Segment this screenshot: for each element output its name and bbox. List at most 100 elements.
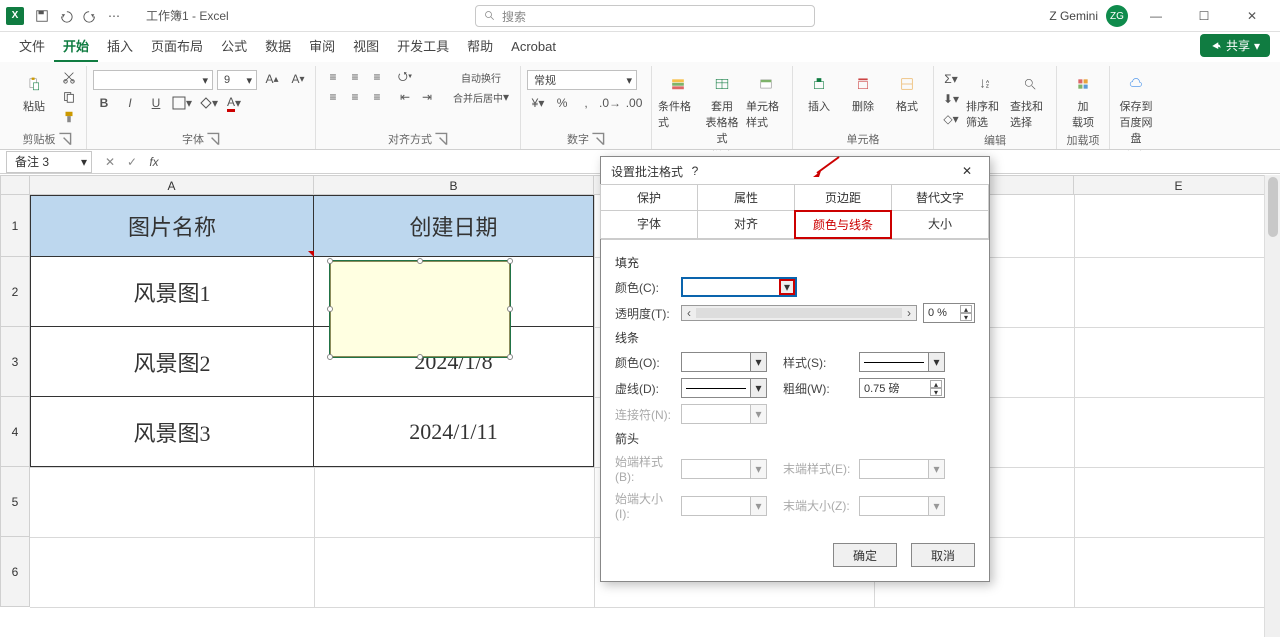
increase-font-button[interactable]: A▴ [261,70,283,88]
spin-up-icon[interactable]: ▴ [930,380,942,388]
font-size-combo[interactable]: 9▾ [217,70,257,90]
tab-help[interactable]: 帮助 [458,32,502,62]
bold-button[interactable]: B [93,94,115,112]
align-center-button[interactable]: ≡ [344,88,366,106]
tab-data[interactable]: 数据 [256,32,300,62]
decrease-font-button[interactable]: A▾ [287,70,309,88]
indent-increase-button[interactable]: ⇥ [416,88,438,106]
indent-decrease-button[interactable]: ⇤ [394,88,416,106]
align-right-button[interactable]: ≡ [366,88,388,106]
cancel-button[interactable]: 取消 [911,543,975,567]
fill-button[interactable]: ⬇▾ [940,90,962,108]
row-header[interactable]: 4 [0,397,30,467]
spin-down-icon[interactable]: ▾ [960,313,972,321]
line-style-combo[interactable]: ▾ [859,352,945,372]
font-color-button[interactable]: A▾ [223,94,245,112]
row-header[interactable]: 6 [0,537,30,607]
row-header[interactable]: 5 [0,467,30,537]
qat-redo-button[interactable] [79,5,101,27]
window-maximize-button[interactable]: ☐ [1184,4,1224,28]
dialog-close-button[interactable]: ✕ [955,164,979,178]
format-cells-button[interactable]: 格式 [887,68,927,114]
align-bottom-button[interactable]: ≡ [366,68,388,86]
row-header[interactable]: 1 [0,195,30,257]
find-select-button[interactable]: 查找和选择 [1010,68,1050,130]
font-name-combo[interactable]: ▾ [93,70,213,90]
dash-combo[interactable]: ▾ [681,378,767,398]
dialog-tab-properties[interactable]: 属性 [697,184,795,211]
select-all-button[interactable] [0,175,30,195]
italic-button[interactable]: I [119,94,141,112]
dialog-tab-font[interactable]: 字体 [600,210,698,239]
wrap-text-button[interactable]: 自动换行 [448,68,514,86]
search-box[interactable]: 搜索 [475,5,815,27]
copy-button[interactable] [58,88,80,106]
dialog-tab-alignment[interactable]: 对齐 [697,210,795,239]
fx-button[interactable]: fx [144,152,164,172]
underline-button[interactable]: U [145,94,167,112]
spin-up-icon[interactable]: ▴ [960,305,972,313]
orientation-button[interactable]: ⭯▾ [394,68,416,86]
number-format-combo[interactable]: 常规▾ [527,70,637,90]
tab-file[interactable]: 文件 [10,32,54,62]
paste-button[interactable]: 粘贴 [14,68,54,114]
autosum-button[interactable]: Σ▾ [940,70,962,88]
avatar[interactable]: ZG [1106,5,1128,27]
decrease-decimal-button[interactable]: .00 [623,94,645,112]
dialog-tab-size[interactable]: 大小 [891,210,989,239]
dialog-launcher-icon[interactable] [591,132,605,146]
window-minimize-button[interactable]: — [1136,4,1176,28]
dialog-launcher-icon[interactable] [58,132,72,146]
addins-button[interactable]: 加 载项 [1063,68,1103,130]
dialog-titlebar[interactable]: 设置批注格式 ? ✕ [601,157,989,185]
resize-handle[interactable] [417,354,423,360]
tab-view[interactable]: 视图 [344,32,388,62]
increase-decimal-button[interactable]: .0→ [599,94,621,112]
name-box[interactable]: 备注 3▾ [6,151,92,173]
resize-handle[interactable] [417,258,423,264]
tab-insert[interactable]: 插入 [98,32,142,62]
cell[interactable]: 风景图3 [30,397,314,467]
vertical-scrollbar[interactable] [1264,175,1280,637]
tab-developer[interactable]: 开发工具 [388,32,458,62]
format-painter-button[interactable] [58,108,80,126]
qat-customize-button[interactable]: ⋯ [103,5,125,27]
user-name[interactable]: Z Gemini [1049,9,1098,23]
resize-handle[interactable] [327,306,333,312]
tab-home[interactable]: 开始 [54,32,98,62]
sort-filter-button[interactable]: AZ排序和筛选 [966,68,1006,130]
percent-button[interactable]: % [551,94,573,112]
window-close-button[interactable]: ✕ [1232,4,1272,28]
comment-box[interactable] [330,261,510,357]
dialog-help-button[interactable]: ? [683,164,707,178]
resize-handle[interactable] [507,354,513,360]
scrollbar-thumb[interactable] [1268,177,1278,237]
resize-handle[interactable] [507,306,513,312]
tab-formulas[interactable]: 公式 [212,32,256,62]
row-header[interactable]: 3 [0,327,30,397]
tab-acrobat[interactable]: Acrobat [502,32,565,62]
enter-formula-button[interactable]: ✓ [122,152,142,172]
transparency-slider[interactable]: ‹› [681,305,917,321]
currency-button[interactable]: ¥▾ [527,94,549,112]
delete-cells-button[interactable]: 删除 [843,68,883,114]
resize-handle[interactable] [507,258,513,264]
conditional-format-button[interactable]: 条件格式 [658,68,698,130]
cell[interactable]: 2024/1/11 [314,397,594,467]
cell-styles-button[interactable]: 单元格样式 [746,68,786,130]
cancel-formula-button[interactable]: ✕ [100,152,120,172]
fill-color-button[interactable]: ▾ [197,94,219,112]
dialog-tab-margins[interactable]: 页边距 [794,184,892,211]
column-header[interactable]: E [1074,175,1280,195]
merge-center-button[interactable]: 合并后居中▾ [448,88,514,106]
transparency-input[interactable]: 0 %▴▾ [923,303,975,323]
share-button[interactable]: 共享▾ [1200,34,1270,57]
column-header[interactable]: A [30,175,314,195]
resize-handle[interactable] [327,258,333,264]
comma-button[interactable]: , [575,94,597,112]
cell[interactable]: 风景图1 [30,257,314,327]
dialog-launcher-icon[interactable] [206,132,220,146]
fill-color-combo[interactable]: ▾ [681,277,797,297]
qat-save-button[interactable] [31,5,53,27]
chevron-down-icon[interactable]: ▾ [779,279,795,295]
